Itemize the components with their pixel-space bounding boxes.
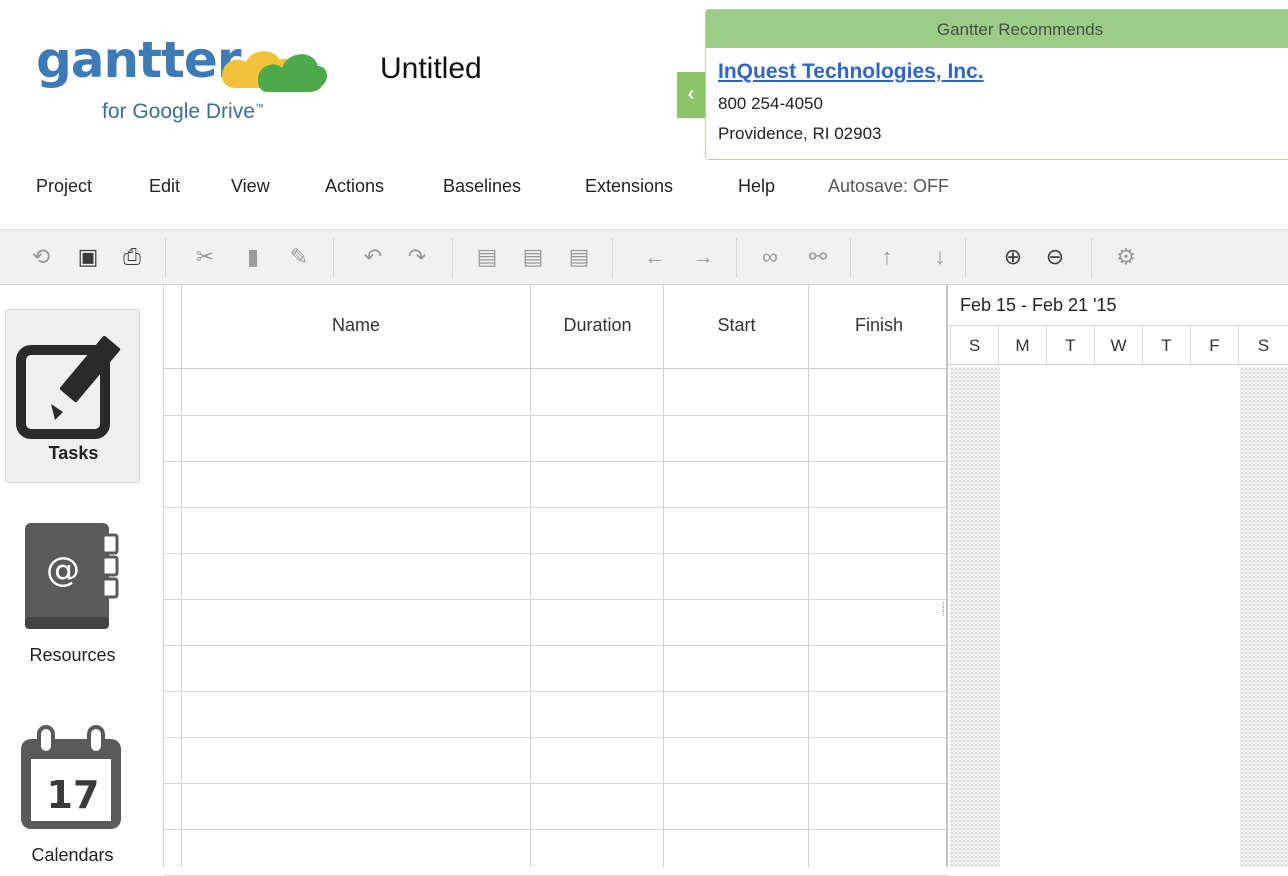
table-row[interactable] [164,829,949,830]
weekend-shade-sat [1240,367,1288,867]
menu-baselines[interactable]: Baselines [443,176,521,197]
day-header-sun: S [950,326,998,366]
outdent-icon[interactable]: ← [642,244,668,270]
day-header-sat: S [1238,326,1288,366]
calendars-label: Calendars [31,845,114,865]
day-header-thu: T [1142,326,1190,366]
timeline-days: S M T W T F S [948,325,1288,366]
table-row[interactable] [164,783,949,784]
table-row[interactable] [164,461,949,462]
table-row[interactable] [164,737,949,738]
edit-pencil-icon [16,335,121,439]
recommended-phone: 800 254-4050 [718,94,823,113]
link-icon[interactable]: ∞ [757,244,783,270]
timeline-week-label: Feb 15 - Feb 21 '15 [960,295,1117,315]
logo-subtitle: for Google Drive™ [102,100,264,123]
redo-icon[interactable]: ↷ [404,244,430,270]
tasks-nav-button[interactable]: Tasks [5,309,140,483]
toolbar: ⟲ ▣ ⎙ ✂ ▮ ✎ ↶ ↷ ▤ ▤ ▤ ← → ∞ ⚯ ↑ ↓ ⊕ ⊖ ⚙ [0,229,1288,285]
splitter-handle[interactable]: ⁞ ⁞ ⁞ [942,601,948,623]
gantter-logo: gantter for Google Drive™ [36,30,336,140]
day-header-wed: W [1094,326,1142,366]
insert-milestone-icon[interactable]: ▤ [566,244,592,270]
day-header-fri: F [1190,326,1238,366]
logo-wordmark: gantter [36,31,241,89]
day-header-mon: M [998,326,1046,366]
move-up-icon[interactable]: ↑ [874,244,900,270]
menu-edit[interactable]: Edit [149,176,180,197]
column-start[interactable]: Start [664,315,809,336]
menu-bar: Project Edit View Actions Baselines Exte… [0,176,1288,206]
menu-project[interactable]: Project [36,176,92,197]
insert-summary-icon[interactable]: ▤ [520,244,546,270]
weekend-shade-sun [950,367,1000,867]
table-row[interactable] [164,415,949,416]
zoom-out-icon[interactable]: ⊖ [1042,244,1068,270]
recommended-address: Providence, RI 02903 [718,124,882,143]
calendar-day-number: 17 [46,773,100,817]
column-finish[interactable]: Finish [809,315,949,336]
address-book-icon: @ [25,523,119,629]
recommended-company-link[interactable]: InQuest Technologies, Inc. [718,60,984,84]
insert-task-icon[interactable]: ▤ [474,244,500,270]
print-icon[interactable]: ⎙ [119,244,145,270]
table-row[interactable] [164,599,949,600]
unlink-icon[interactable]: ⚯ [805,244,831,270]
side-navigation: Tasks @ Resources 17 Calendars [0,285,163,867]
chevron-left-icon[interactable]: ‹ [677,72,705,118]
cloud-logo-icon [222,51,327,92]
autosave-status: Autosave: OFF [828,176,950,196]
table-row[interactable] [164,553,949,554]
column-name[interactable]: Name [182,315,530,336]
table-row[interactable] [164,645,949,646]
cut-icon[interactable]: ✂ [192,244,218,270]
calendars-nav-button[interactable]: 17 Calendars [5,723,140,867]
task-grid: Name Duration Start Finish [163,285,949,876]
table-row[interactable] [164,507,949,508]
refresh-icon[interactable]: ⟲ [28,244,54,270]
undo-icon[interactable]: ↶ [360,244,386,270]
save-icon[interactable]: ▣ [75,244,101,270]
grid-header: Name Duration Start Finish [164,285,949,369]
copy-icon[interactable]: ▮ [240,244,266,270]
document-title[interactable]: Untitled [380,52,482,86]
settings-icon[interactable]: ⚙ [1113,244,1139,270]
zoom-in-icon[interactable]: ⊕ [1000,244,1026,270]
table-row[interactable] [164,691,949,692]
move-down-icon[interactable]: ↓ [927,244,953,270]
recommends-header: Gantter Recommends [706,10,1288,48]
svg-text:@: @ [46,550,80,590]
column-duration[interactable]: Duration [531,315,664,336]
menu-actions[interactable]: Actions [325,176,384,197]
resources-label: Resources [29,645,116,665]
gantt-chart-area: ⁞ ⁞ ⁞ Feb 15 - Feb 21 '15 S M T W T F S [942,285,1288,867]
recommends-panel: Gantter Recommends InQuest Technologies,… [705,9,1288,160]
day-header-tue: T [1046,326,1094,366]
menu-extensions[interactable]: Extensions [585,176,673,197]
indent-icon[interactable]: → [690,244,716,270]
menu-help[interactable]: Help [738,176,775,197]
tasks-label: Tasks [48,443,99,463]
resources-nav-button[interactable]: @ Resources [5,517,140,677]
paint-format-icon[interactable]: ✎ [286,244,312,270]
menu-view[interactable]: View [231,176,270,197]
